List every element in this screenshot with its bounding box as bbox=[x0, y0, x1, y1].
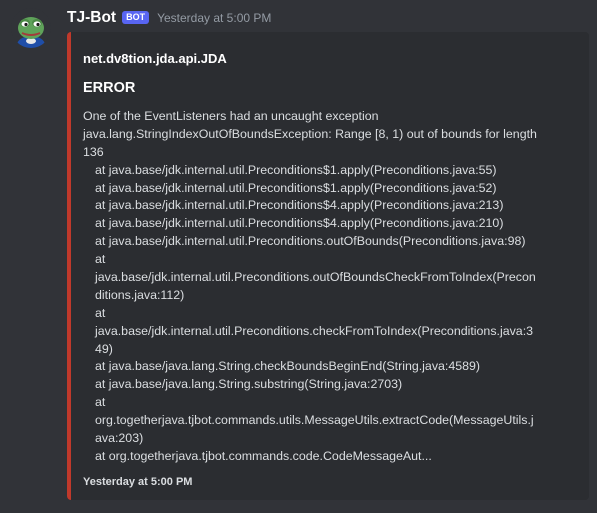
stacktrace-line: at java.base/jdk.internal.util.Precondit… bbox=[95, 180, 497, 195]
stacktrace-line: org.togetherjava.tjbot.commands.utils.Me… bbox=[95, 413, 534, 428]
stacktrace-line: ditions.java:112) bbox=[95, 287, 185, 302]
stacktrace-line: java.base/jdk.internal.util.Precondition… bbox=[95, 323, 534, 338]
stacktrace-line: at java.base/jdk.internal.util.Precondit… bbox=[95, 216, 504, 231]
stacktrace-line: at bbox=[95, 395, 106, 410]
stacktrace-line: at java.base/java.lang.String.checkBound… bbox=[95, 359, 481, 374]
embed-description: One of the EventListeners had an uncaugh… bbox=[83, 108, 578, 466]
embed-footer-timestamp: Yesterday at 5:00 PM bbox=[83, 476, 193, 488]
stacktrace-line: java.base/jdk.internal.util.Precondition… bbox=[95, 270, 536, 285]
stacktrace-line: 49) bbox=[95, 341, 113, 356]
stacktrace-line: at java.base/java.lang.String.substring(… bbox=[95, 377, 403, 392]
stacktrace-line: ava:203) bbox=[95, 431, 144, 446]
chat-message: TJ-Bot BOT Yesterday at 5:00 PM net.dv8t… bbox=[0, 0, 597, 513]
frog-avatar-icon[interactable] bbox=[11, 8, 51, 48]
stacktrace-line: at java.base/jdk.internal.util.Precondit… bbox=[95, 162, 497, 177]
stacktrace-line: at bbox=[95, 305, 106, 320]
stacktrace-line: One of the EventListeners had an uncaugh… bbox=[83, 109, 379, 123]
message-timestamp[interactable]: Yesterday at 5:00 PM bbox=[157, 11, 271, 25]
stacktrace-line: at bbox=[95, 252, 106, 267]
stacktrace-line: at java.base/jdk.internal.util.Precondit… bbox=[95, 234, 526, 249]
author-name[interactable]: TJ-Bot bbox=[67, 9, 116, 27]
embed-title: ERROR bbox=[83, 80, 136, 96]
message-header: TJ-Bot BOT Yesterday at 5:00 PM bbox=[67, 8, 271, 28]
stacktrace-line: 136 bbox=[83, 144, 104, 159]
bot-badge: BOT bbox=[122, 10, 150, 24]
stacktrace-line: at java.base/jdk.internal.util.Precondit… bbox=[95, 198, 504, 213]
stacktrace-line: java.lang.StringIndexOutOfBoundsExceptio… bbox=[83, 126, 537, 141]
error-embed: net.dv8tion.jda.api.JDA ERROR One of the… bbox=[67, 32, 589, 500]
stacktrace-line: at org.togetherjava.tjbot.commands.code.… bbox=[95, 448, 432, 463]
embed-author: net.dv8tion.jda.api.JDA bbox=[83, 51, 227, 66]
